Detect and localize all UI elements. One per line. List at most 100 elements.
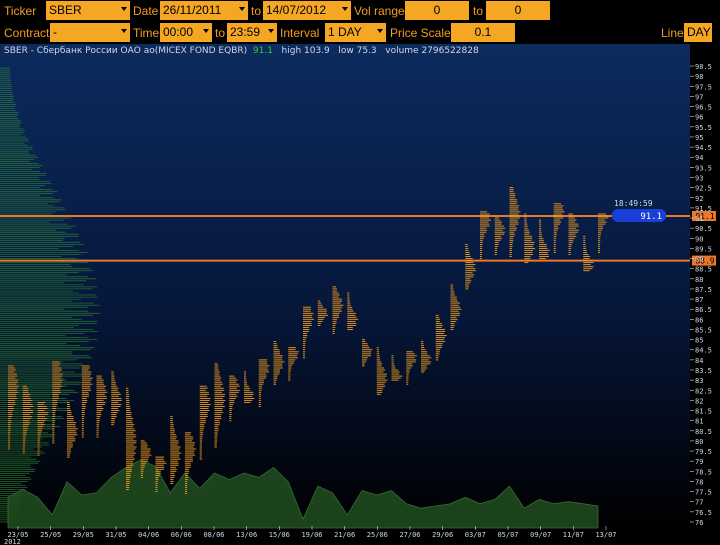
y-tick-label: 98.5 (695, 63, 712, 71)
y-tick-label: 79.5 (695, 448, 712, 456)
y-tick-label: 94.5 (695, 144, 712, 152)
chevron-down-icon[interactable] (121, 29, 127, 33)
contract-label: Contract (4, 26, 50, 40)
line-label: Line (661, 26, 684, 40)
y-tick-label: 85 (695, 337, 703, 345)
time-to-value: 23:59 (230, 25, 261, 39)
y-tick-label: 87 (695, 296, 703, 304)
y-tick-label: 84 (695, 357, 703, 365)
last-price: 91.1 (252, 46, 273, 56)
y-tick-label: 89.5 (695, 245, 712, 253)
chevron-down-icon[interactable] (377, 29, 383, 33)
x-tick-label: 08/06 (203, 531, 224, 539)
y-tick-label: 93 (695, 175, 703, 183)
x-tick-label: 27/06 (399, 531, 420, 539)
y-tick-label: 95 (695, 134, 703, 142)
y-tick-label: 97.5 (695, 83, 712, 91)
price-scale-field[interactable]: 0.1 (451, 23, 515, 42)
x-tick-label: 19/06 (301, 531, 322, 539)
x-tick-label: 06/06 (171, 531, 192, 539)
contract-select[interactable]: - (50, 23, 130, 42)
interval-select[interactable]: 1 DAY (325, 23, 386, 42)
x-year-label: 2012 (4, 538, 21, 545)
y-tick-label: 95.5 (695, 124, 712, 132)
line-select[interactable]: DAY (684, 23, 712, 42)
chevron-down-icon[interactable] (239, 7, 245, 11)
vol-range-label: Vol range (354, 4, 405, 18)
date-from-field[interactable]: 26/11/2011 (160, 1, 248, 20)
y-tick-label: 92 (695, 195, 703, 203)
interval-label: Interval (280, 26, 320, 40)
date-to-value: 14/07/2012 (266, 3, 327, 17)
y-tick-label: 90 (695, 235, 703, 243)
y-tick-label: 85.5 (695, 326, 712, 334)
chevron-down-icon[interactable] (121, 7, 127, 11)
y-tick-label: 86 (695, 316, 703, 324)
y-tick-label: 96 (695, 114, 703, 122)
chart-background (0, 44, 690, 528)
x-tick-label: 31/05 (105, 531, 126, 539)
vol-to-value: 0 (514, 3, 522, 17)
high-value: high 103.9 (281, 46, 330, 56)
chevron-down-icon[interactable] (268, 29, 274, 33)
y-tick-label: 82 (695, 397, 703, 405)
volume-profile-chart[interactable]: 91.188.9 98.59897.59796.59695.59594.5949… (0, 44, 720, 545)
x-tick-label: 03/07 (465, 531, 486, 539)
y-tick-label: 76 (695, 519, 703, 527)
y-tick-label: 88 (695, 276, 703, 284)
interval-value: 1 DAY (328, 25, 362, 39)
chart-header: SBER - Сбербанк России ОАО ао(MICEX FOND… (4, 46, 479, 56)
x-tick-label: 29/05 (73, 531, 94, 539)
low-value: low 75.3 (338, 46, 377, 56)
chevron-down-icon[interactable] (203, 29, 209, 33)
toolbar-row-1: Ticker SBER Date 26/11/2011 to 14/07/201… (0, 0, 720, 22)
y-tick-label: 84.5 (695, 347, 712, 355)
y-tick-label: 91.5 (695, 205, 712, 213)
ticker-label: Ticker (4, 4, 37, 18)
chevron-down-icon[interactable] (342, 7, 348, 11)
date-from-value: 26/11/2011 (163, 3, 222, 17)
time-to-field[interactable]: 23:59 (227, 23, 277, 42)
ticker-select[interactable]: SBER (46, 1, 130, 20)
y-tick-label: 79 (695, 458, 703, 466)
x-tick-label: 05/07 (497, 531, 518, 539)
last-time-label: 18:49:59 (614, 199, 653, 208)
x-tick-label: 21/06 (334, 531, 355, 539)
date-label: Date (133, 4, 159, 18)
time-from-value: 00:00 (163, 25, 194, 39)
vol-to-label: to (473, 4, 484, 18)
volume-value: volume 2796522828 (385, 46, 479, 56)
line-value: DAY (687, 25, 711, 39)
y-tick-label: 80.5 (695, 428, 712, 436)
x-tick-label: 13/06 (236, 531, 257, 539)
ticker-value: SBER (49, 3, 82, 17)
y-tick-label: 97 (695, 93, 703, 101)
y-tick-label: 83.5 (695, 367, 712, 375)
x-tick-label: 11/07 (563, 531, 584, 539)
date-to-field[interactable]: 14/07/2012 (263, 1, 351, 20)
y-tick-label: 81 (695, 418, 703, 426)
date-to-label: to (251, 4, 262, 18)
x-tick-label: 25/05 (40, 531, 61, 539)
y-tick-label: 77 (695, 499, 703, 507)
y-tick-label: 78.5 (695, 468, 712, 476)
vol-from-field[interactable]: 0 (405, 1, 469, 20)
contract-value: - (53, 25, 57, 39)
y-tick-label: 78 (695, 478, 703, 486)
y-tick-label: 83 (695, 377, 703, 385)
y-tick-label: 94 (695, 154, 703, 162)
x-tick-label: 13/07 (595, 531, 616, 539)
y-tick-label: 93.5 (695, 164, 712, 172)
vol-to-field[interactable]: 0 (486, 1, 550, 20)
time-from-field[interactable]: 00:00 (160, 23, 212, 42)
toolbar-row-2: Contract - Time 00:00 to 23:59 Interval … (0, 22, 720, 44)
x-tick-label: 04/06 (138, 531, 159, 539)
y-tick-label: 92.5 (695, 185, 712, 193)
y-tick-label: 80 (695, 438, 703, 446)
price-scale-value: 0.1 (474, 25, 492, 39)
y-tick-label: 98 (695, 73, 703, 81)
time-to-label: to (215, 26, 226, 40)
y-tick-label: 91 (695, 215, 703, 223)
y-tick-label: 86.5 (695, 306, 712, 314)
x-tick-label: 15/06 (269, 531, 290, 539)
